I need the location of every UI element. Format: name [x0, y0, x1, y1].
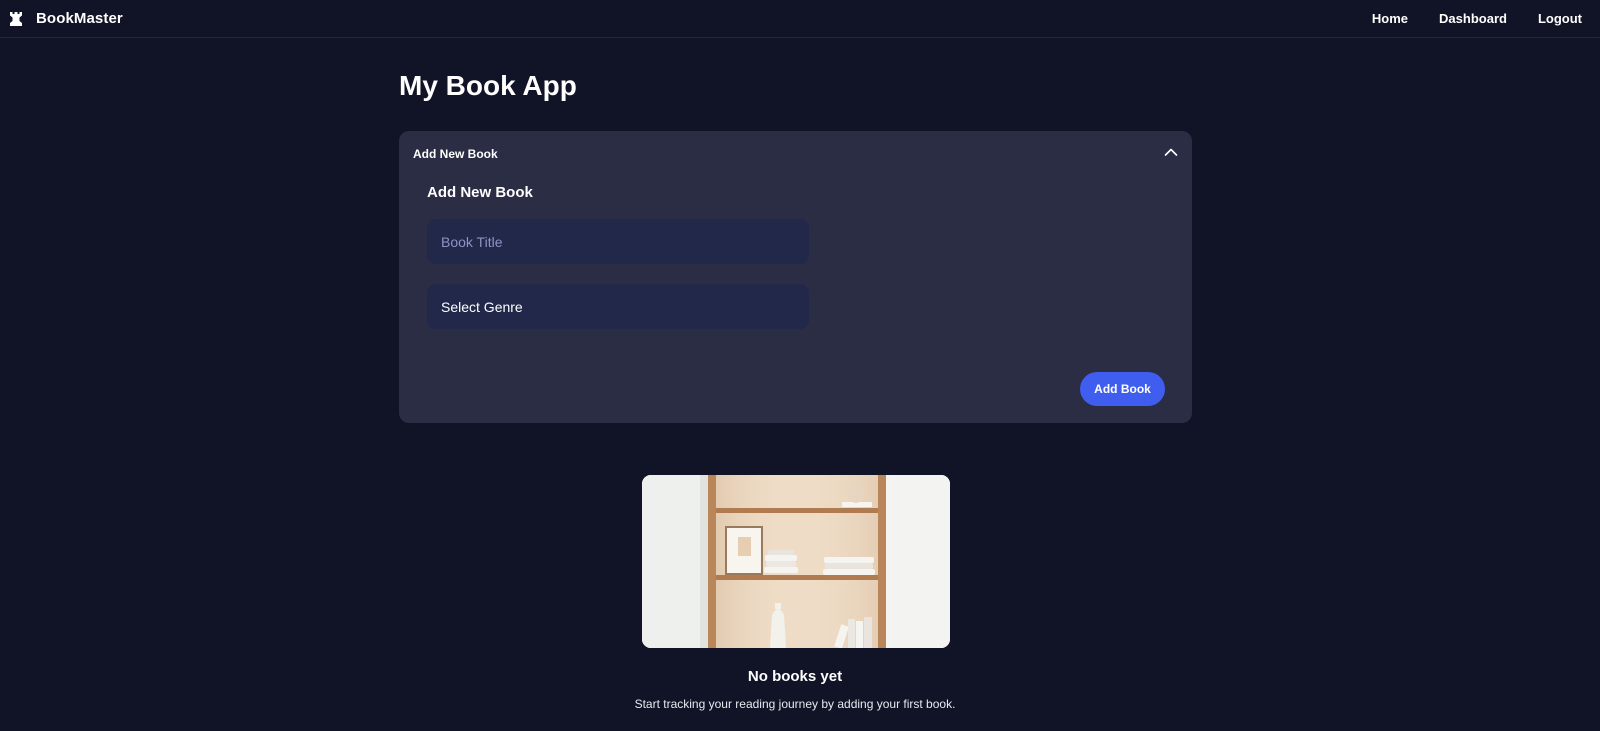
- empty-state-title: No books yet: [747, 668, 843, 685]
- chevron-up-icon[interactable]: [1164, 147, 1178, 157]
- page-title: My Book App: [399, 70, 577, 101]
- castle-icon: [10, 11, 22, 26]
- panel-header-label: Add New Book: [413, 147, 498, 161]
- add-book-panel: Add New Book Add New Book Select Genre A…: [399, 131, 1192, 423]
- add-book-panel-header[interactable]: Add New Book: [399, 131, 1192, 177]
- nav-links: Home Dashboard Logout: [1372, 11, 1582, 26]
- brand-name: BookMaster: [36, 10, 123, 27]
- nav-link-dashboard[interactable]: Dashboard: [1439, 11, 1507, 26]
- brand[interactable]: BookMaster: [10, 10, 123, 27]
- genre-select[interactable]: Select Genre: [427, 284, 809, 329]
- book-title-input[interactable]: [427, 219, 809, 264]
- add-book-button[interactable]: Add Book: [1080, 372, 1165, 406]
- genre-select-value: Select Genre: [441, 298, 523, 315]
- top-navbar: BookMaster Home Dashboard Logout: [0, 0, 1600, 38]
- empty-state-message: Start tracking your reading journey by a…: [634, 697, 956, 711]
- bookshelf-illustration: [642, 475, 950, 648]
- form-title: Add New Book: [427, 184, 533, 201]
- nav-link-logout[interactable]: Logout: [1538, 11, 1582, 26]
- nav-link-home[interactable]: Home: [1372, 11, 1408, 26]
